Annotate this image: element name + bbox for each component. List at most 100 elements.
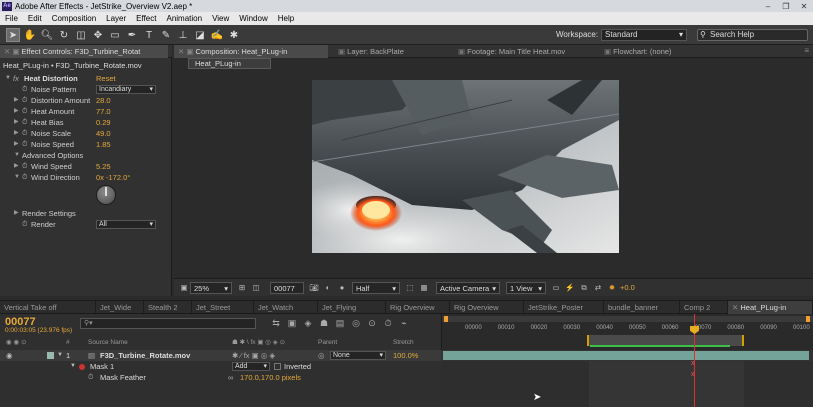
draft-3d-icon[interactable]: ◈ xyxy=(300,317,316,329)
tab-footage[interactable]: ▣ Footage: Main Title Heat.mov xyxy=(454,45,584,58)
work-area-bar[interactable] xyxy=(442,316,813,322)
composition-viewer[interactable] xyxy=(312,80,619,253)
tab-timeline-active[interactable]: ✕ Heat_PLug-in xyxy=(728,301,813,314)
menu-edit[interactable]: Edit xyxy=(23,12,47,25)
param-value[interactable]: 0.29 xyxy=(96,117,111,128)
label-color-swatch[interactable] xyxy=(47,352,54,359)
param-value[interactable]: 28.0 xyxy=(96,95,111,106)
camera-tool-icon[interactable]: ◫ xyxy=(74,28,88,42)
stopwatch-icon[interactable]: ⏱ xyxy=(22,106,27,117)
show-snapshot-icon[interactable]: ◐ xyxy=(322,282,334,294)
camera-dropdown[interactable]: Active Camera ▾ xyxy=(436,282,500,294)
advanced-options-group[interactable]: ▼ Advanced Options xyxy=(0,150,170,161)
composition-subtab[interactable]: Heat_PLug-in xyxy=(188,58,271,69)
safe-zones-icon[interactable]: ⊞ xyxy=(236,282,248,294)
eraser-tool-icon[interactable]: ◪ xyxy=(193,28,207,42)
pen-tool-icon[interactable]: ✒ xyxy=(125,28,139,42)
stopwatch-icon[interactable]: ⏱ xyxy=(22,161,27,172)
hide-shy-layers-icon[interactable]: ☗ xyxy=(316,317,332,329)
layer-row[interactable]: ◉ ▼ 1 ▤ F3D_Turbine_Rotate.mov ✱ ∕ fx ▣ … xyxy=(0,350,441,361)
param-value[interactable]: 77.0 xyxy=(96,106,111,117)
stopwatch-icon[interactable]: ⏱ xyxy=(22,219,27,230)
menu-help[interactable]: Help xyxy=(273,12,299,25)
hand-tool-icon[interactable]: ✋ xyxy=(23,28,37,42)
menu-file[interactable]: File xyxy=(0,12,23,25)
transparency-grid-icon[interactable]: ▦ xyxy=(418,282,430,294)
expand-arrow-icon[interactable]: ▶ xyxy=(14,161,19,172)
pickwhip-icon[interactable]: ◎ xyxy=(318,350,325,361)
timecode-display[interactable]: 00077 xyxy=(270,282,304,294)
flowchart-icon[interactable]: ⇄ xyxy=(592,282,604,294)
fx-icon[interactable]: fx xyxy=(13,73,19,84)
expand-arrow-icon[interactable]: ▼ xyxy=(14,172,20,183)
tab-composition[interactable]: ✕ ▣ Composition: Heat_PLug-in xyxy=(174,45,328,58)
constrain-link-icon[interactable]: ∞ xyxy=(228,372,233,383)
stopwatch-icon[interactable]: ⏱ xyxy=(22,117,27,128)
rectangle-tool-icon[interactable]: ▭ xyxy=(108,28,122,42)
stopwatch-icon[interactable]: ⏱ xyxy=(22,84,27,95)
roto-brush-tool-icon[interactable]: ✍ xyxy=(210,28,224,42)
mask-row[interactable]: ▼ Mask 1 Add ▾ Inverted xyxy=(0,361,441,372)
tab-timeline[interactable]: Stealth 2 xyxy=(144,301,192,314)
tab-timeline[interactable]: Jet_Wide xyxy=(96,301,144,314)
param-value[interactable]: 49.0 xyxy=(96,128,111,139)
tab-timeline[interactable]: Rig Overview xyxy=(386,301,450,314)
reset-link[interactable]: Reset xyxy=(96,73,116,84)
noise-pattern-dropdown[interactable]: Incandiary ▾ xyxy=(96,85,156,94)
graph-editor-icon[interactable]: ⌁ xyxy=(396,317,412,329)
tab-effect-controls[interactable]: ✕ ▣ Effect Controls: F3D_Turbine_Rotat xyxy=(0,45,168,58)
menu-layer[interactable]: Layer xyxy=(101,12,131,25)
frame-blending-icon[interactable]: ▤ xyxy=(332,317,348,329)
stopwatch-icon[interactable]: ⏱ xyxy=(22,128,27,139)
clone-stamp-tool-icon[interactable]: ⊥ xyxy=(176,28,190,42)
inverted-checkbox[interactable] xyxy=(274,363,281,370)
time-ruler[interactable]: 00000 00010 00020 00030 00040 00050 00060 00070… xyxy=(441,314,813,350)
type-tool-icon[interactable]: T xyxy=(142,28,156,42)
menu-composition[interactable]: Composition xyxy=(47,12,101,25)
parent-dropdown[interactable]: None ▾ xyxy=(330,351,386,360)
layer-duration-bar[interactable] xyxy=(443,351,809,360)
tab-timeline[interactable]: bundle_banner xyxy=(604,301,680,314)
pan-behind-tool-icon[interactable]: ✥ xyxy=(91,28,105,42)
expand-arrow-icon[interactable]: ▶ xyxy=(14,106,19,117)
menu-window[interactable]: Window xyxy=(234,12,272,25)
selection-tool-icon[interactable]: ➤ xyxy=(6,28,20,42)
tab-layer[interactable]: ▣ Layer: BackPlate xyxy=(334,45,444,58)
panel-menu-icon[interactable]: ≡ xyxy=(804,46,809,55)
brainstorm-icon[interactable]: ⊙ xyxy=(364,317,380,329)
stopwatch-icon[interactable]: ⏱ xyxy=(88,372,93,383)
wind-direction-dial[interactable] xyxy=(96,185,116,205)
layer-name[interactable]: F3D_Turbine_Rotate.mov xyxy=(100,350,190,361)
zoom-tool-icon[interactable]: 🔍︎ xyxy=(40,28,54,42)
expand-arrow-icon[interactable]: ▶ xyxy=(14,128,19,139)
region-of-interest-icon[interactable]: ⬚ xyxy=(404,282,416,294)
tab-flowchart[interactable]: ▣ Flowchart: (none) xyxy=(600,45,720,58)
menu-view[interactable]: View xyxy=(207,12,234,25)
rotate-tool-icon[interactable]: ↻ xyxy=(57,28,71,42)
tab-timeline[interactable]: Comp 2 xyxy=(680,301,728,314)
tab-timeline[interactable]: Jet_Street xyxy=(192,301,254,314)
expand-arrow-icon[interactable]: ▼ xyxy=(14,150,20,161)
expand-arrow-icon[interactable]: ▼ xyxy=(70,361,76,372)
toggle-pixel-aspect-icon[interactable]: ▭ xyxy=(550,282,562,294)
stopwatch-icon[interactable]: ⏱ xyxy=(22,172,27,183)
work-area-end[interactable] xyxy=(806,316,810,322)
views-dropdown[interactable]: 1 View ▾ xyxy=(506,282,546,294)
tab-timeline[interactable]: JetStrike_Poster xyxy=(524,301,604,314)
expand-arrow-icon[interactable]: ▶ xyxy=(14,139,19,150)
expand-arrow-icon[interactable]: ▶ xyxy=(14,208,19,219)
menu-animation[interactable]: Animation xyxy=(161,12,207,25)
mask-name[interactable]: Mask 1 xyxy=(90,361,114,372)
effect-header[interactable]: ▼ fx Heat Distortion Reset xyxy=(0,73,170,84)
expand-arrow-icon[interactable]: ▶ xyxy=(14,95,19,106)
workspace-dropdown[interactable]: Standard ▾ xyxy=(601,29,687,41)
param-value[interactable]: 1.85 xyxy=(96,139,111,150)
mask-mode-dropdown[interactable]: Add ▾ xyxy=(232,362,270,371)
layer-switches-icon[interactable]: ✱ ∕ fx ▣ ◎ ◈ xyxy=(232,350,275,361)
close-icon[interactable]: ✕ ▣ xyxy=(178,47,196,56)
close-icon[interactable]: ✕ ▣ xyxy=(4,47,22,56)
zoom-dropdown[interactable]: 25% ▾ xyxy=(190,282,232,294)
stopwatch-icon[interactable]: ⏱ xyxy=(22,139,27,150)
render-settings-group[interactable]: ▶ Render Settings xyxy=(0,208,170,219)
keyframe-marker-icon[interactable]: x xyxy=(691,371,695,378)
